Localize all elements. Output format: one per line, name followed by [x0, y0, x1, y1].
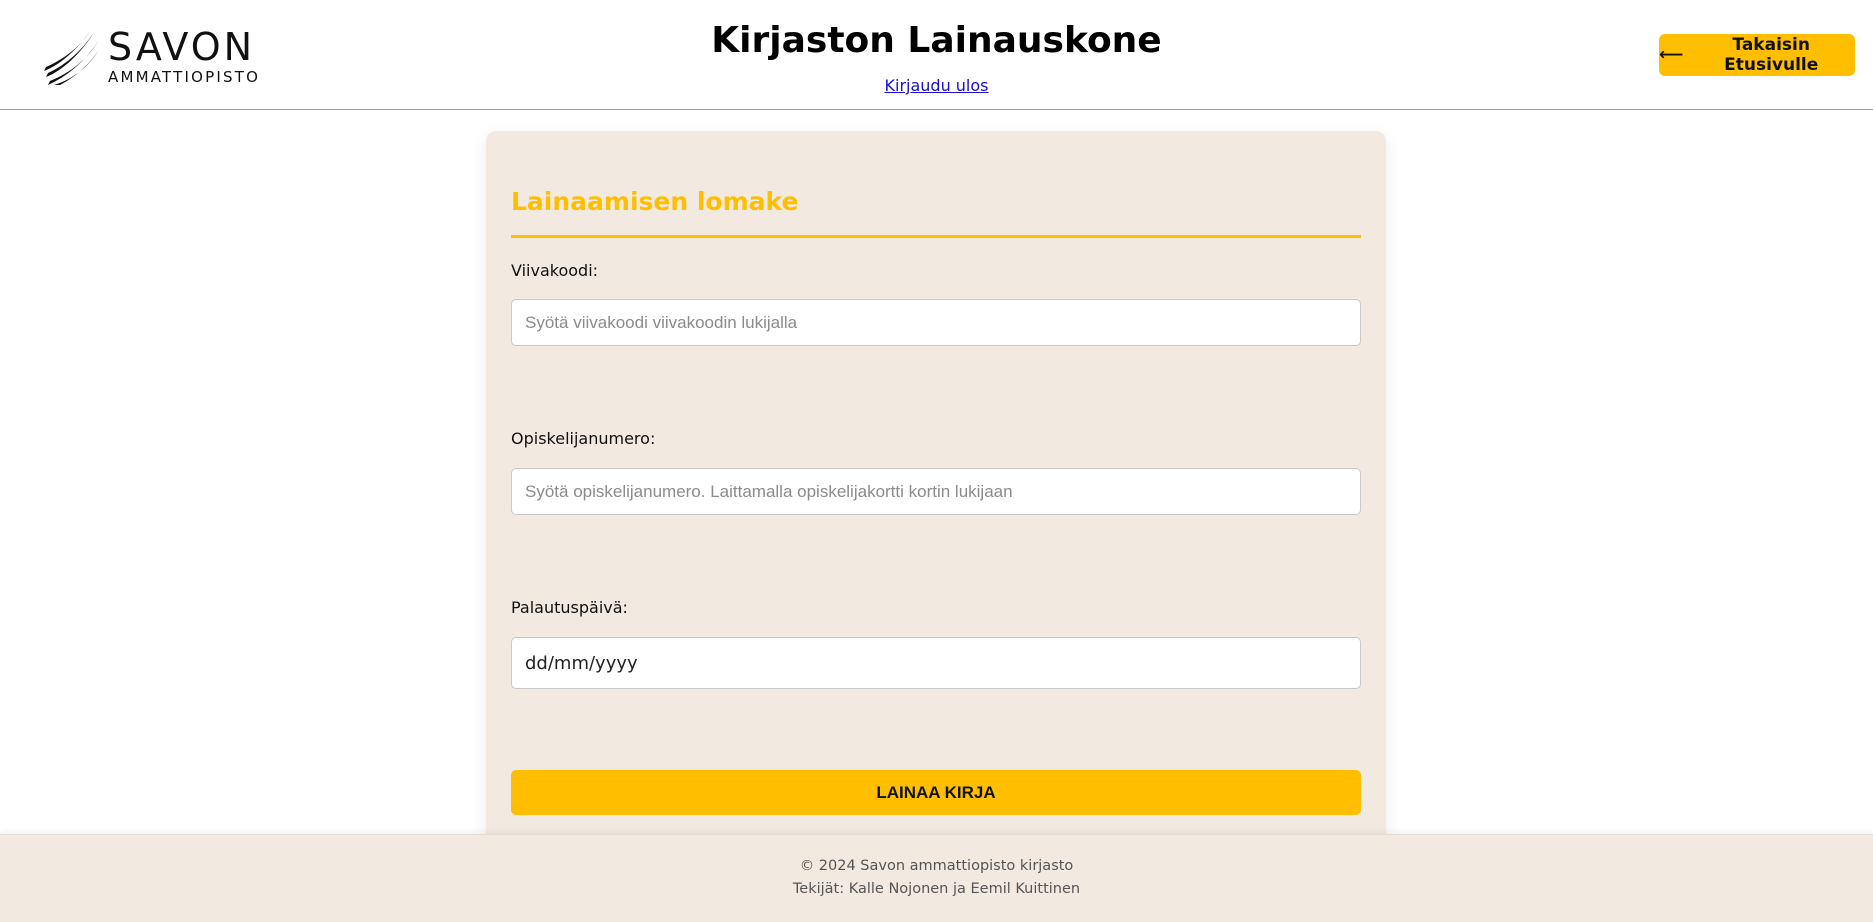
- barcode-input[interactable]: [511, 299, 1361, 346]
- site-footer: © 2024 Savon ammattiopisto kirjasto Teki…: [0, 834, 1873, 922]
- student-number-label: Opiskelijanumero:: [511, 429, 656, 448]
- loan-book-button[interactable]: LAINAA KIRJA: [511, 770, 1361, 815]
- site-header: SAVON AMMATTIOPISTO Kirjaston Lainauskon…: [0, 0, 1873, 110]
- footer-copyright: © 2024 Savon ammattiopisto kirjasto: [799, 858, 1074, 874]
- return-date-label: Palautuspäivä:: [511, 598, 628, 617]
- back-button-label: Takaisin Etusivulle: [1724, 35, 1819, 75]
- return-date-input[interactable]: dd/mm/yyyy: [511, 637, 1361, 689]
- form-title-divider: [511, 235, 1361, 238]
- form-title: Lainaamisen lomake: [511, 187, 799, 216]
- footer-authors: Tekijät: Kalle Nojonen ja Eemil Kuittine…: [792, 881, 1081, 897]
- student-number-input[interactable]: [511, 468, 1361, 515]
- back-to-home-button[interactable]: ⟵ Takaisin Etusivulle: [1659, 34, 1855, 76]
- loan-form-card: Lainaamisen lomake Viivakoodi: Opiskelij…: [486, 131, 1386, 851]
- barcode-label: Viivakoodi:: [511, 261, 599, 280]
- logout-link[interactable]: Kirjaudu ulos: [885, 76, 989, 95]
- return-date-value: dd/mm/yyyy: [525, 652, 638, 674]
- logout-link-container: Kirjaudu ulos: [0, 76, 1873, 95]
- page-title: Kirjaston Lainauskone: [711, 20, 1162, 61]
- arrow-left-icon: ⟵: [1659, 45, 1684, 65]
